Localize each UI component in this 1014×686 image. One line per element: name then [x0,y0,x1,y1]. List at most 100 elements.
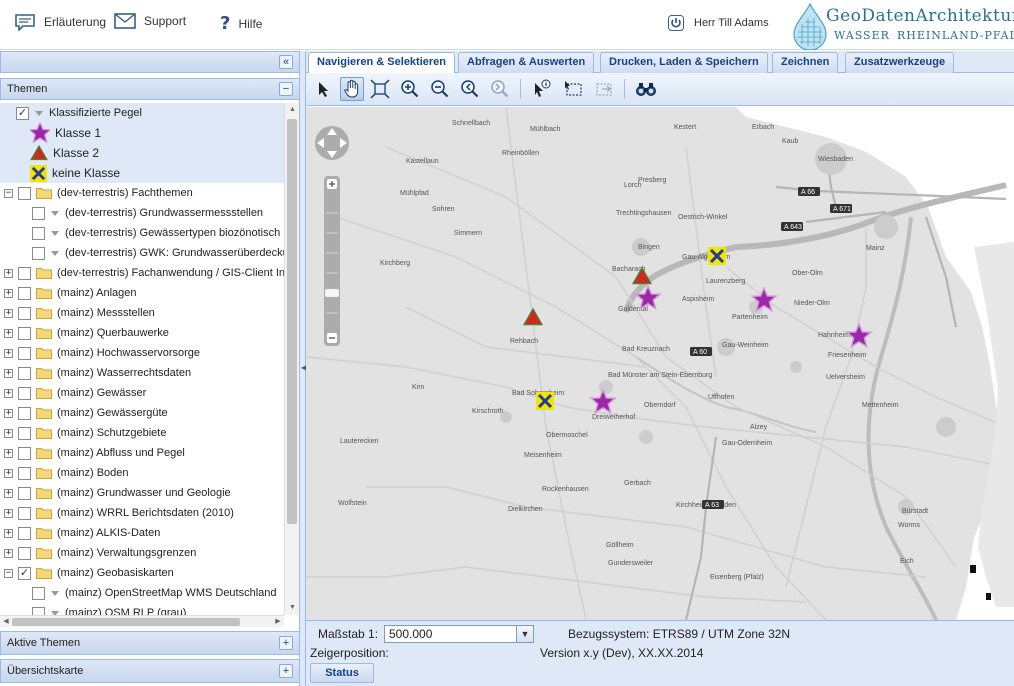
layer-tree-node[interactable]: ✓ Klassifizierte Pegel [0,103,284,123]
layer-checkbox[interactable] [18,326,31,340]
expand-node-icon[interactable]: + [4,268,13,278]
layer-checkbox[interactable] [18,266,31,280]
legend-item[interactable]: Klasse 2 [0,143,284,163]
zoom-next-button[interactable] [488,77,512,101]
expand-node-icon[interactable]: + [4,308,13,318]
themen-collapse-button[interactable]: − [279,82,293,96]
layer-tree-node[interactable]: + (mainz) Schutzgebiete [0,423,284,443]
tree-horizontal-scrollbar[interactable]: ◀ ▶ [0,615,284,627]
layer-checkbox[interactable] [18,406,31,420]
layer-tree-node[interactable]: + (mainz) Abfluss und Pegel [0,443,284,463]
layer-checkbox[interactable] [32,586,45,600]
layer-checkbox[interactable] [18,466,31,480]
layer-tree-node[interactable]: + (mainz) Boden [0,463,284,483]
scroll-right-arrow-icon[interactable]: ▶ [272,616,284,628]
layer-tree-node[interactable]: + (mainz) Messstellen [0,303,284,323]
layer-checkbox[interactable] [18,306,31,320]
collapse-node-icon[interactable]: − [4,188,13,198]
layer-checkbox[interactable] [18,366,31,380]
layer-tree-node[interactable]: + (mainz) ALKIS-Daten [0,523,284,543]
layer-tree-node[interactable]: (mainz) OpenStreetMap WMS Deutschland [0,583,284,603]
uebersichtskarte-expand-button[interactable]: + [279,664,293,678]
expand-node-icon[interactable]: + [4,408,13,418]
scale-dropdown-button[interactable]: ▼ [516,625,534,643]
layer-tree-node[interactable]: (dev-terrestris) GWK: Grundwasserüberdec… [0,243,284,263]
layer-tree-node[interactable]: + (mainz) Verwaltungsgrenzen [0,543,284,563]
layer-checkbox[interactable] [18,386,31,400]
tab-zusatzwerkzeuge[interactable]: Zusatzwerkzeuge [845,52,955,73]
scroll-thumb[interactable] [287,119,297,524]
layer-checkbox[interactable] [18,426,31,440]
expand-node-icon[interactable]: + [4,528,13,538]
layer-tree-node[interactable]: + (mainz) Hochwasservorsorge [0,343,284,363]
layer-tree-node[interactable]: − ✓ (mainz) Geobasiskarten [0,563,284,583]
expand-node-icon[interactable]: + [4,428,13,438]
layer-checkbox[interactable] [18,526,31,540]
layer-checkbox[interactable] [32,226,45,240]
uebersichtskarte-header[interactable]: Übersichtskarte + [0,659,300,683]
layer-tree-node[interactable]: + (mainz) Anlagen [0,283,284,303]
layer-checkbox[interactable] [18,546,31,560]
tab-drucken[interactable]: Drucken, Laden & Speichern [600,52,768,73]
erlaeuterung-link[interactable]: Erläuterung [14,13,106,31]
layer-checkbox[interactable] [18,446,31,460]
layer-tree-node[interactable]: (dev-terrestris) Gewässertypen biozönoti… [0,223,284,243]
expand-node-icon[interactable]: + [4,288,13,298]
expand-node-icon[interactable]: + [4,488,13,498]
collapse-panel-button[interactable]: « [279,55,293,69]
aktive-themen-expand-button[interactable]: + [279,636,293,650]
scroll-up-arrow-icon[interactable]: ▲ [285,103,300,117]
scale-input[interactable]: 500.000 [384,625,534,643]
expand-node-icon[interactable]: + [4,468,13,478]
scroll-down-arrow-icon[interactable]: ▼ [285,601,300,615]
search-binoculars-button[interactable] [634,77,658,101]
tab-navigieren[interactable]: Navigieren & Selektieren [308,52,456,74]
clear-selection-button[interactable] [592,77,616,101]
aktive-themen-header[interactable]: Aktive Themen + [0,631,300,655]
layer-checkbox[interactable]: ✓ [18,566,31,580]
tab-abfragen[interactable]: Abfragen & Auswerten [458,52,595,73]
layer-tree-node[interactable]: + (mainz) Gewässergüte [0,403,284,423]
layer-checkbox[interactable] [32,246,45,260]
layer-tree-node[interactable]: + (mainz) Grundwasser und Geologie [0,483,284,503]
map-canvas[interactable]: Schnellbach Mühlbach Kestert Erbach Kaub Kast… [306,107,1014,620]
scroll-left-arrow-icon[interactable]: ◀ [0,616,12,628]
expand-node-icon[interactable]: + [4,368,13,378]
layer-checkbox[interactable] [32,206,45,220]
layer-tree-node[interactable]: − (dev-terrestris) Fachthemen [0,183,284,203]
select-pointer-button[interactable] [312,77,336,101]
expand-node-icon[interactable]: + [4,388,13,398]
layer-checkbox[interactable] [18,186,31,200]
layer-checkbox[interactable] [18,346,31,360]
blue-x-icon[interactable] [536,392,554,410]
status-button[interactable]: Status [310,663,374,683]
zoom-out-button[interactable] [428,77,452,101]
collapse-node-icon[interactable]: − [4,568,13,578]
layer-tree-node[interactable]: + (mainz) Gewässer [0,383,284,403]
layer-checkbox[interactable]: ✓ [16,106,29,120]
layer-checkbox[interactable] [18,486,31,500]
layer-tree-node[interactable]: + (dev-terrestris) Fachanwendung / GIS-Cl… [0,263,284,283]
layer-tree-node[interactable]: (dev-terrestris) Grundwassermessstellen [0,203,284,223]
tab-zeichnen[interactable]: Zeichnen [772,52,839,73]
legend-item[interactable]: keine Klasse [0,163,284,183]
zoom-slider[interactable] [324,176,340,346]
layer-tree-node[interactable]: + (mainz) Querbauwerke [0,323,284,343]
expand-node-icon[interactable]: + [4,548,13,558]
zoom-slider-handle[interactable] [325,289,339,297]
zoom-previous-button[interactable] [458,77,482,101]
expand-node-icon[interactable]: + [4,348,13,358]
layer-tree-node[interactable]: (mainz) OSM RLP (grau) [0,603,284,615]
tree-vertical-scrollbar[interactable]: ▲ ▼ [284,103,299,615]
expand-node-icon[interactable]: + [4,508,13,518]
zoom-in-button[interactable] [398,77,422,101]
layer-tree-node[interactable]: + (mainz) WRRL Berichtsdaten (2010) [0,503,284,523]
layer-tree-node[interactable]: + (mainz) Wasserrechtsdaten [0,363,284,383]
hscroll-thumb[interactable] [12,618,240,626]
power-icon[interactable] [668,15,684,31]
box-select-button[interactable] [562,77,586,101]
layer-checkbox[interactable] [32,606,45,615]
blue-x-icon[interactable] [708,247,726,265]
expand-node-icon[interactable]: + [4,448,13,458]
feature-info-button[interactable] [530,77,554,101]
